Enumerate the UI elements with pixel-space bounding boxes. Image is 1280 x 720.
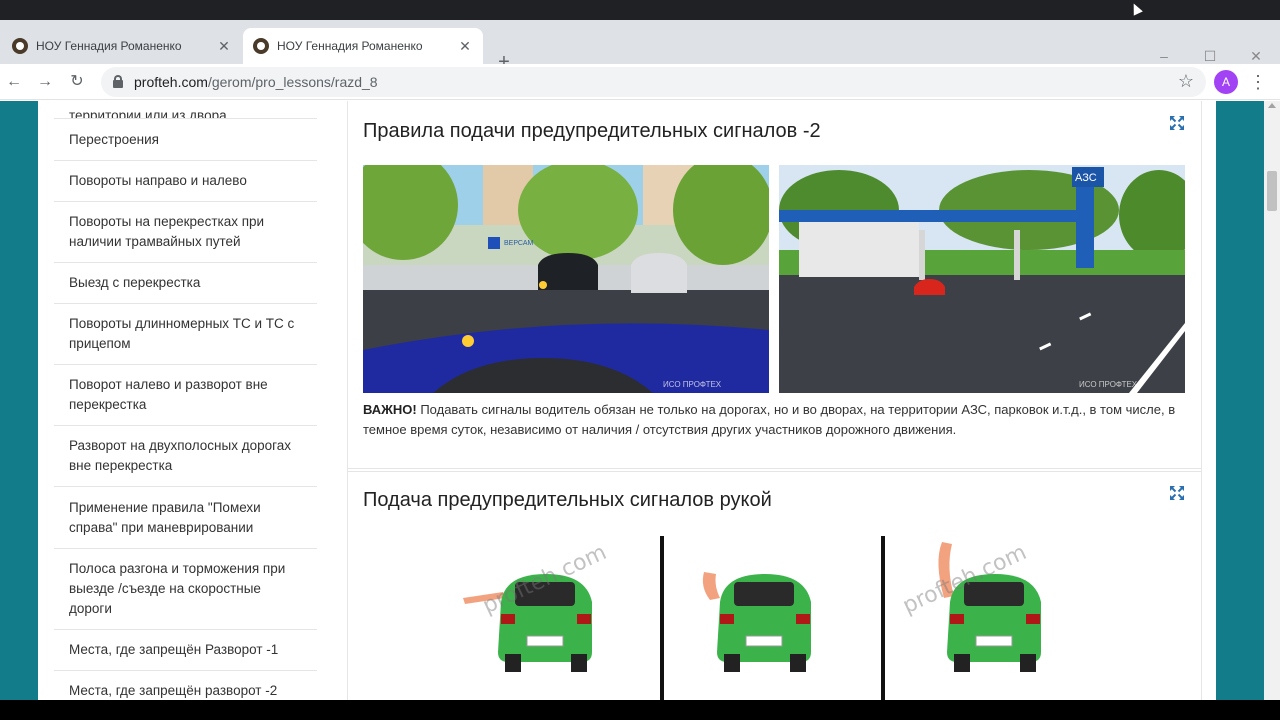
- sidebar-item-label: Места, где запрещён разворот -2: [69, 683, 278, 698]
- url-text[interactable]: profteh.com/gerom/pro_lessons/razd_8: [134, 74, 378, 90]
- bookmark-star-icon[interactable]: ☆: [1178, 71, 1194, 92]
- minimize-icon[interactable]: –: [1154, 48, 1174, 64]
- sidebar-item[interactable]: Места, где запрещён Разворот -1: [54, 630, 317, 671]
- sidebar-item-label: Выезд с перекрестка: [69, 275, 201, 290]
- tab-title: НОУ Геннадия Романенко: [36, 39, 182, 53]
- sidebar-item[interactable]: Повороты на перекрестках при наличии тра…: [54, 202, 317, 263]
- browser-toolbar: ← → ↻ profteh.com/gerom/pro_lessons/razd…: [0, 64, 1280, 100]
- page-container: территории или из двора Перестроения Пов…: [38, 101, 1216, 700]
- sidebar-item-label: Перестроения: [69, 131, 159, 147]
- reload-icon[interactable]: ↻: [66, 71, 88, 93]
- note-bold: ВАЖНО!: [363, 402, 417, 417]
- sidebar-item-label: Повороты длинномерных ТС и ТС с прицепом: [69, 316, 295, 351]
- profile-avatar[interactable]: A: [1214, 70, 1238, 94]
- image-watermark: ИСО ПРОФТЕХ: [1079, 380, 1138, 389]
- tab-close-icon[interactable]: ✕: [216, 38, 232, 55]
- gas-station-sign: АЗС: [1075, 172, 1097, 184]
- url-path: /gerom/pro_lessons/razd_8: [207, 74, 378, 90]
- sidebar-item-label: Поворот налево и разворот вне перекрестк…: [69, 377, 268, 412]
- tab-close-icon[interactable]: ✕: [457, 38, 473, 55]
- tab-title: НОУ Геннадия Романенко: [277, 39, 423, 53]
- mouse-cursor-icon: [1129, 1, 1143, 16]
- section-title: Правила подачи предупредительных сигнало…: [363, 120, 821, 142]
- image-watermark: ИСО ПРОФТЕХ: [663, 380, 722, 389]
- divider-line: [881, 536, 885, 700]
- site-favicon-icon: [253, 38, 269, 54]
- sidebar-item[interactable]: Выезд с перекрестка: [54, 263, 317, 304]
- sidebar-item[interactable]: территории или из двора: [54, 101, 317, 119]
- tab-strip: НОУ Геннадия Романенко ✕ НОУ Геннадия Ро…: [0, 20, 1280, 73]
- gas-station-image: АЗС ИСО ПРОФТЕХ: [779, 165, 1185, 393]
- forward-arrow-icon[interactable]: →: [34, 71, 56, 93]
- back-arrow-icon[interactable]: ←: [3, 71, 25, 93]
- expand-icon[interactable]: [1169, 115, 1185, 131]
- maximize-icon[interactable]: ☐: [1200, 48, 1220, 65]
- store-sign: ВЕРСАМ: [504, 240, 533, 247]
- sidebar-item[interactable]: Повороты направо и налево: [54, 161, 317, 202]
- expand-icon[interactable]: [1169, 485, 1185, 501]
- street-scene-image: ВЕРСАМ ИСО ПРОФТЕХ: [363, 165, 769, 393]
- sidebar-item[interactable]: Применение правила "Помехи справа" при м…: [54, 487, 317, 549]
- sidebar-item[interactable]: Разворот на двухполосных дорогах вне пер…: [54, 426, 317, 487]
- lesson-section: Правила подачи предупредительных сигнало…: [348, 101, 1201, 469]
- lesson-section: Подача предупредительных сигналов рукой: [348, 471, 1201, 700]
- taskbar-strip: [0, 700, 1280, 720]
- page-scrollbar[interactable]: [1264, 101, 1280, 700]
- sidebar-item-label: Повороты на перекрестках при наличии тра…: [69, 214, 265, 249]
- scroll-up-arrow-icon[interactable]: [1268, 103, 1276, 108]
- sidebar-item-label: Места, где запрещён Разворот -1: [69, 642, 279, 657]
- site-favicon-icon: [12, 38, 28, 54]
- sidebar-item[interactable]: Поворот налево и разворот вне перекрестк…: [54, 365, 317, 426]
- tab-1[interactable]: НОУ Геннадия Романенко ✕: [2, 28, 242, 64]
- sidebar-item[interactable]: Полоса разгона и торможения при выезде /…: [54, 549, 317, 630]
- window-close-icon[interactable]: ✕: [1246, 48, 1266, 65]
- browser-window: НОУ Геннадия Романенко ✕ НОУ Геннадия Ро…: [0, 0, 1280, 720]
- sidebar-item-label: территории или из двора: [69, 108, 227, 119]
- car-signal-right-image: [682, 542, 852, 672]
- sidebar-item-label: Разворот на двухполосных дорогах вне пер…: [69, 438, 292, 473]
- lesson-content: Правила подачи предупредительных сигнало…: [347, 101, 1202, 700]
- lock-icon: [113, 75, 123, 88]
- sidebar-item-label: Применение правила "Помехи справа" при м…: [69, 499, 261, 535]
- sidebar-item-label: Полоса разгона и торможения при выезде /…: [69, 561, 286, 616]
- os-title-bar: [0, 0, 1280, 20]
- divider-line: [660, 536, 664, 700]
- scroll-thumb[interactable]: [1267, 171, 1277, 211]
- lessons-sidebar: территории или из двора Перестроения Пов…: [54, 101, 317, 700]
- address-bar[interactable]: profteh.com/gerom/pro_lessons/razd_8 ☆: [101, 67, 1206, 97]
- note-text: Подавать сигналы водитель обязан не толь…: [363, 402, 1176, 437]
- page-viewport: территории или из двора Перестроения Пов…: [0, 101, 1264, 700]
- url-host: profteh.com: [134, 74, 208, 90]
- important-note: ВАЖНО! Подавать сигналы водитель обязан …: [363, 400, 1193, 440]
- section-title: Подача предупредительных сигналов рукой: [363, 489, 772, 511]
- sidebar-item-label: Повороты направо и налево: [69, 173, 247, 188]
- sidebar-item[interactable]: Повороты длинномерных ТС и ТС с прицепом: [54, 304, 317, 365]
- sidebar-item[interactable]: Места, где запрещён разворот -2: [54, 671, 317, 700]
- menu-dots-icon[interactable]: ⋮: [1249, 70, 1267, 94]
- tab-2-active[interactable]: НОУ Геннадия Романенко ✕: [243, 28, 483, 64]
- sidebar-item[interactable]: Перестроения: [54, 119, 317, 161]
